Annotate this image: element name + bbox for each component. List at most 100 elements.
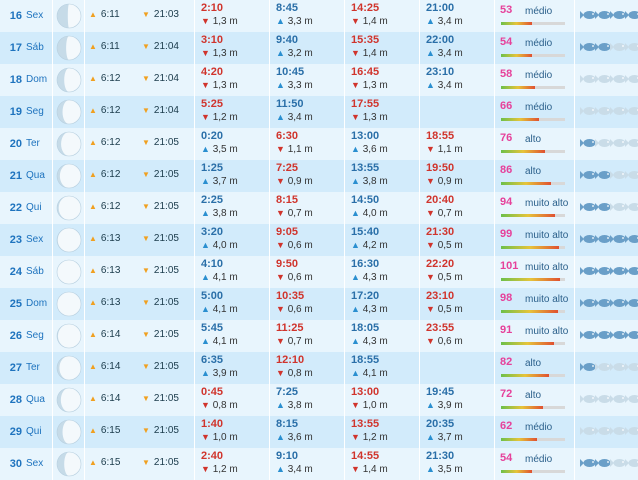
tide-time: 6:30 (276, 130, 298, 142)
fish-icon (625, 169, 638, 181)
coefficient-label: alto (525, 390, 541, 401)
moon-phase-icon (53, 416, 85, 448)
tide-height: ▼ 0,6 m (276, 304, 313, 315)
fish-icon (610, 137, 626, 149)
tide-up-icon: ▲ (201, 272, 210, 282)
sunrise: ▲6:12 (89, 73, 120, 84)
weekday: Dom (23, 288, 53, 320)
sunset: ▼21:04 (142, 105, 179, 116)
tide-height: ▼ 1,0 m (201, 432, 238, 443)
fish-icon (625, 393, 638, 405)
tide-height: ▼ 0,6 m (426, 336, 463, 347)
coefficient: 91 muito alto (495, 320, 575, 352)
weekday: Qua (23, 160, 53, 192)
tide-height: ▲ 3,9 m (201, 368, 238, 379)
tide-height: ▼ 0,6 m (276, 240, 313, 251)
sunrise-icon: ▲ (89, 362, 97, 371)
fish-icon (595, 201, 611, 213)
fish-icon (580, 297, 596, 309)
fish-icon (580, 73, 596, 85)
sunset-icon: ▼ (142, 170, 150, 179)
coefficient-bar-fill (501, 22, 532, 25)
tide-down-icon: ▼ (276, 240, 285, 250)
coefficient-label: alto (525, 134, 541, 145)
tide-down-icon: ▼ (351, 80, 360, 90)
sunset: ▼21:05 (142, 361, 179, 372)
tide-low: 10:35 ▼ 0,6 m (270, 288, 345, 320)
fish-icon (595, 297, 611, 309)
fish-icon (595, 329, 611, 341)
tide-height: ▼ 1,0 m (351, 400, 388, 411)
tide-time: 13:00 (351, 130, 379, 142)
tide-high: 11:50 ▲ 3,4 m (270, 96, 345, 128)
coefficient-bar (501, 118, 565, 121)
sunset-icon: ▼ (142, 138, 150, 147)
tide-time: 6:35 (201, 354, 223, 366)
tide-low: 8:15 ▼ 0,7 m (270, 192, 345, 224)
tide-time: 16:45 (351, 66, 379, 78)
weekday: Seg (23, 96, 53, 128)
coefficient-bar (501, 246, 565, 249)
coefficient-bar (501, 470, 565, 473)
day-number: 22 (0, 192, 22, 224)
coefficient: 66 médio (495, 96, 575, 128)
tide-time: 18:55 (351, 354, 379, 366)
fishing-activity (575, 96, 638, 128)
fish-icon (580, 105, 596, 117)
weekday: Ter (23, 128, 53, 160)
table-row: 19Seg ▲6:12 ▼21:04 5:25 ▼ 1,2 m 11:50 ▲ … (0, 96, 638, 128)
coefficient-bar (501, 214, 565, 217)
fish-icon (580, 137, 596, 149)
tide-time: 17:20 (351, 290, 379, 302)
sunrise-icon: ▲ (89, 266, 97, 275)
coefficient-bar-fill (501, 438, 537, 441)
tide-height: ▼ 0,7 m (276, 208, 313, 219)
fish-icon (610, 169, 626, 181)
coefficient: 58 médio (495, 64, 575, 96)
tide-high: 18:55 ▲ 4,1 m (345, 352, 420, 384)
tide-height: ▲ 3,3 m (276, 80, 313, 91)
tide-down-icon: ▼ (351, 48, 360, 58)
fish-icon (580, 361, 596, 373)
day-number: 20 (0, 128, 22, 160)
coefficient-label: muito alto (525, 326, 568, 337)
tide-high: 16:30 ▲ 4,3 m (345, 256, 420, 288)
day-number: 23 (0, 224, 22, 256)
tide-time: 20:35 (426, 418, 454, 430)
tide-low: 2:10 ▼ 1,3 m (195, 0, 270, 32)
fishing-activity (575, 288, 638, 320)
sunset-icon: ▼ (142, 426, 150, 435)
day-number: 27 (0, 352, 22, 384)
tide-height: ▲ 3,3 m (276, 16, 313, 27)
moon-phase-icon (53, 256, 85, 288)
table-row: 16Sex ▲6:11 ▼21:03 2:10 ▼ 1,3 m 8:45 ▲ 3… (0, 0, 638, 32)
tide-high: 14:50 ▲ 4,0 m (345, 192, 420, 224)
sunrise-icon: ▲ (89, 234, 97, 243)
tide-low: 11:25 ▼ 0,7 m (270, 320, 345, 352)
fishing-activity (575, 160, 638, 192)
tide-up-icon: ▲ (201, 240, 210, 250)
coefficient-value: 98 (500, 292, 512, 304)
tide-low: 14:55 ▼ 1,4 m (345, 448, 420, 480)
tide-time: 4:10 (201, 258, 223, 270)
tide-up-icon: ▲ (276, 16, 285, 26)
tide-down-icon: ▼ (276, 336, 285, 346)
coefficient-label: médio (525, 102, 552, 113)
tide-time: 10:35 (276, 290, 304, 302)
tide-height: ▲ 4,1 m (351, 368, 388, 379)
coefficient-bar (501, 150, 565, 153)
tide-height: ▼ 0,9 m (276, 176, 313, 187)
tide-time: 19:50 (426, 162, 454, 174)
tide-up-icon: ▲ (351, 176, 360, 186)
tide-up-icon: ▲ (351, 368, 360, 378)
tide-low: 14:25 ▼ 1,4 m (345, 0, 420, 32)
sunset: ▼21:04 (142, 41, 179, 52)
tide-time: 4:20 (201, 66, 223, 78)
tide-high: 0:20 ▲ 3,5 m (195, 128, 270, 160)
day-number: 28 (0, 384, 22, 416)
tide-low: 7:25 ▼ 0,9 m (270, 160, 345, 192)
sunset: ▼21:04 (142, 73, 179, 84)
fish-icon (625, 329, 638, 341)
weekday: Sex (23, 224, 53, 256)
weekday: Qui (23, 416, 53, 448)
